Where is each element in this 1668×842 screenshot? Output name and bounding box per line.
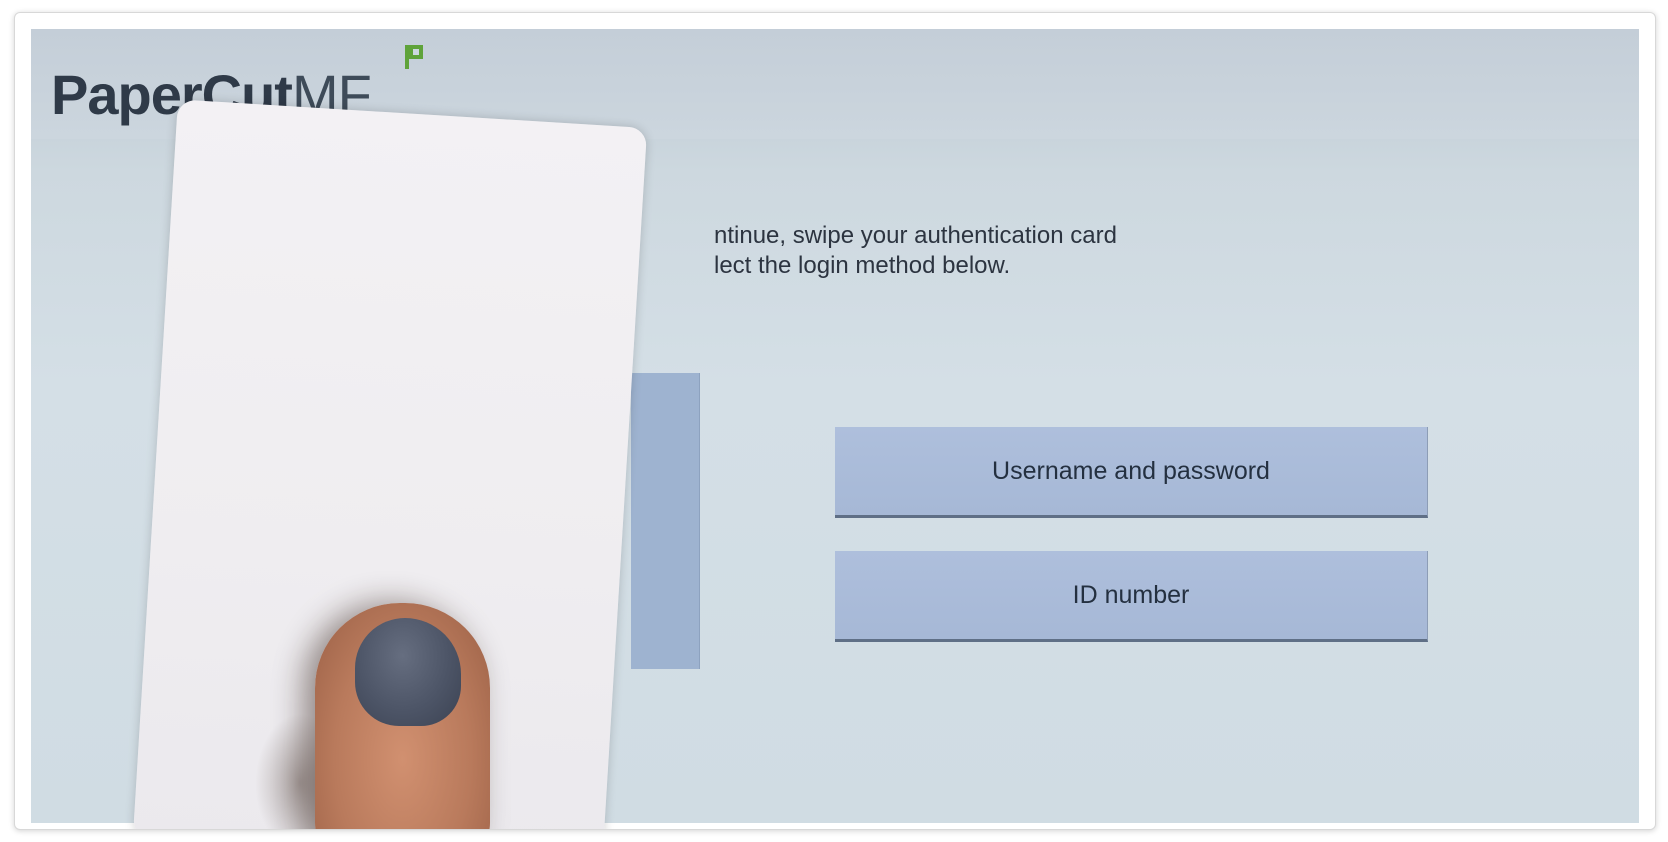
id-number-label: ID number: [1072, 580, 1190, 609]
thumbnail-nail: [355, 618, 461, 726]
username-password-button[interactable]: Username and password: [835, 427, 1428, 518]
card-swipe-panel: [631, 373, 700, 669]
logo-flag-icon: [405, 45, 423, 69]
id-number-button[interactable]: ID number: [835, 551, 1428, 642]
photo-frame: PaperCutMF ntinue, swipe your authentica…: [14, 12, 1656, 830]
username-password-label: Username and password: [992, 456, 1270, 485]
